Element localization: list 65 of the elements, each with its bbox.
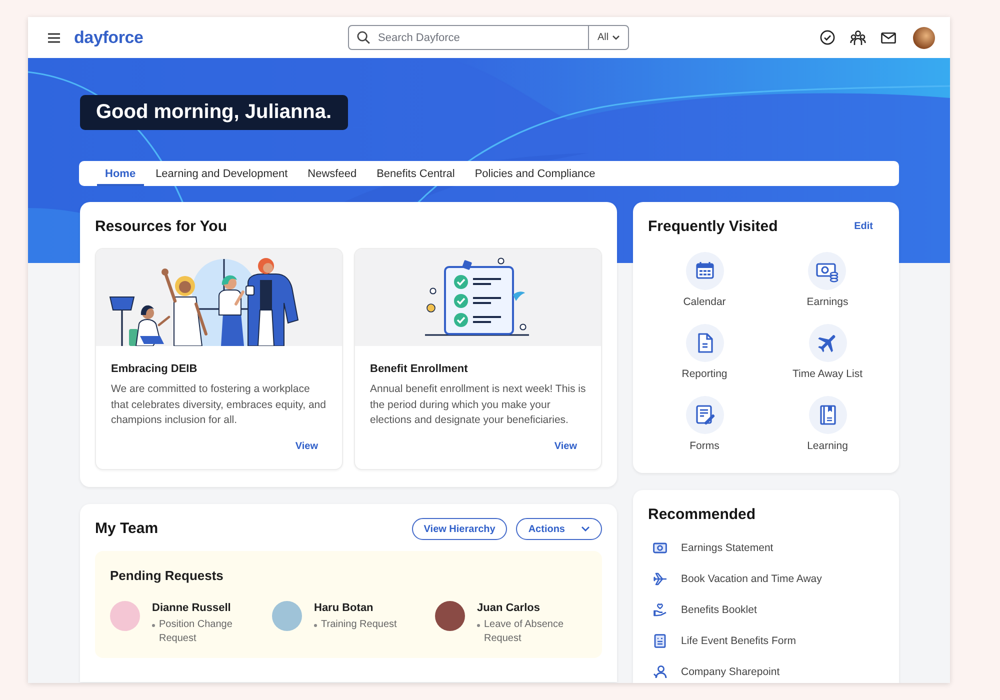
form-icon [653,634,667,648]
card-description: We are committed to fostering a workplace that celebrates diversity, embraces equity, and champions inclusion for all. [111,382,327,428]
shortcut-link[interactable]: Reporting [682,324,728,381]
greeting-banner: Good morning, Julianna. [80,95,348,130]
view-link[interactable]: View [295,440,318,454]
avatar-placeholder [435,601,465,631]
card-description: Annual benefit enrollment is next week! This is the period during which you make your elections and designate your beneficiaries. [370,382,587,428]
avatar-placeholder [272,601,302,631]
shortcut-link[interactable]: Forms [686,396,724,453]
section-title: Resources for You [95,217,228,237]
person-name[interactable]: Dianne Russell [152,601,251,615]
request-text: Training Request [321,618,397,632]
search-field[interactable]: Search Dayforce All [348,25,629,50]
shortcut-link[interactable]: Time Away List [792,324,863,381]
logo[interactable]: dayforce [74,28,144,48]
recommended-link[interactable]: Life Event Benefits Form [648,625,802,656]
airplane-icon [653,572,667,586]
people-icon[interactable] [850,30,866,46]
card-title: Benefit Enrollment [370,362,469,376]
caret-icon [581,526,590,532]
people-link-icon [653,664,667,678]
shortcut-link[interactable]: Calendar [683,252,726,309]
nav-tab[interactable]: Benefits Central [368,161,463,186]
section-title: Recommended [648,505,757,525]
bullet-icon [314,624,317,627]
request-text: Leave of Absence Request [484,618,565,645]
recommended-link[interactable]: Company Sharepoint [648,656,786,683]
mail-icon[interactable] [881,32,896,44]
shortcut-link[interactable]: Learning [807,396,848,453]
nav-tab[interactable]: Policies and Compliance [466,161,604,186]
nav-tab[interactable]: Newsfeed [300,161,365,186]
bullet-icon [152,624,155,627]
search-icon [357,31,370,44]
scope-dropdown[interactable]: All [588,26,628,49]
recommended-link[interactable]: Benefits Booklet [648,594,763,625]
section-title: My Team [95,519,160,539]
hand-heart-icon [653,602,667,616]
request-text: Position Change Request [159,618,234,645]
actions-button[interactable]: Actions [516,518,602,540]
edit-link[interactable]: Edit [854,220,873,234]
hierarchy-button[interactable]: View Hierarchy [412,518,508,540]
nav-tab[interactable]: Home [97,161,144,186]
document-icon [686,324,724,362]
calendar-icon [686,252,724,290]
shortcut-link[interactable]: Earnings [806,252,848,309]
book-icon [808,396,846,434]
card-title: Embracing DEIB [111,362,198,376]
airplane-icon [808,324,846,362]
recommended-link[interactable]: Book Vacation and Time Away [648,563,828,594]
section-title: Frequently Visited [648,217,778,237]
avatar-placeholder[interactable] [913,26,935,48]
avatar-placeholder [110,601,140,631]
view-link[interactable]: View [554,440,577,454]
banknote-icon [653,540,667,554]
bullet-icon [477,624,480,627]
menu-icon[interactable] [48,32,60,42]
form-pencil-icon [686,396,724,434]
banknote-icon [808,252,846,290]
section-title: Pending Requests [110,567,224,585]
check-circle-icon[interactable] [820,30,835,45]
person-name[interactable]: Juan Carlos [477,601,576,615]
recommended-link[interactable]: Earnings Statement [648,532,780,563]
person-name[interactable]: Haru Botan [314,601,397,615]
nav-tab[interactable]: Learning and Development [148,161,296,186]
caret-icon [612,35,620,40]
